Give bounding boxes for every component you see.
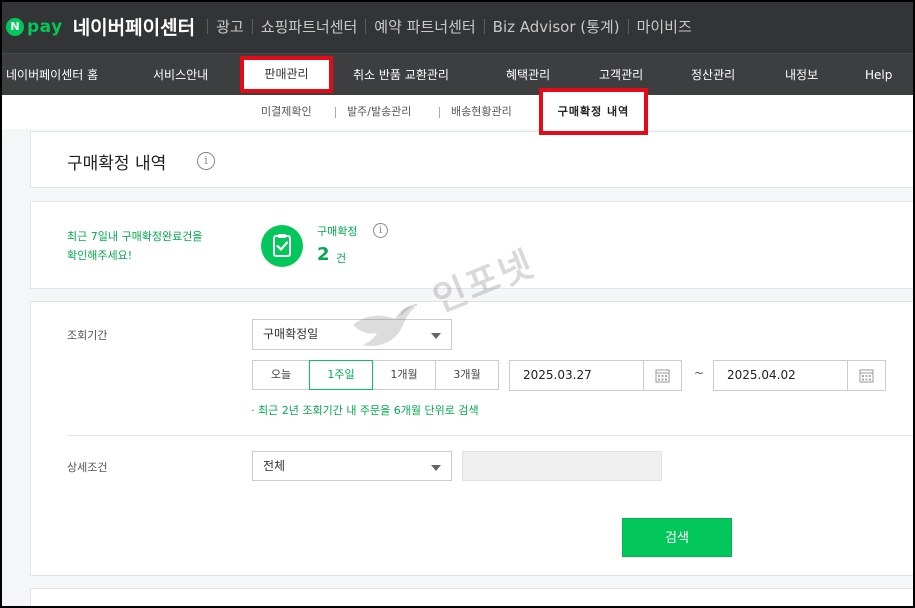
range-today-button[interactable]: 오늘: [252, 360, 310, 390]
nav-item-settlement[interactable]: 정산관리: [691, 54, 735, 96]
page-title: 구매확정 내역: [67, 154, 167, 174]
nav-item-my-info[interactable]: 내정보: [785, 54, 818, 96]
top-link-ads[interactable]: 광고: [208, 16, 252, 37]
chevron-down-icon: [431, 465, 441, 471]
subnav-delivery-status[interactable]: 배송현황관리: [451, 95, 512, 129]
detail-condition-select[interactable]: 전체: [252, 451, 452, 481]
date-from-input[interactable]: 2025.03.27: [509, 360, 682, 391]
sub-nav: 미결제확인 발주/발송관리 배송현황관리: [0, 95, 915, 129]
calendar-icon[interactable]: [643, 361, 681, 390]
top-header: N pay 네이버페이센터 광고 쇼핑파트너센터 예약 파트너센터 Biz Ad…: [0, 0, 915, 53]
date-range-separator: ~: [694, 366, 705, 380]
detail-condition-value: 전체: [263, 459, 286, 473]
period-hint: · 최근 2년 조회기간 내 주문을 6개월 단위로 검색: [251, 404, 479, 417]
top-link-biz-advisor[interactable]: Biz Advisor (통계): [485, 16, 628, 37]
chevron-down-icon: [431, 333, 441, 339]
subnav-purchase-confirm[interactable]: 구매확정 내역: [539, 88, 648, 135]
detail-label: 상세조건: [67, 461, 108, 474]
results-card: [30, 588, 915, 608]
page-title-card: 구매확정 내역 i: [30, 131, 915, 188]
npay-logo-n: N: [6, 17, 24, 36]
summary-message: 최근 7일내 구매확정완료건을 확인해주세요!: [67, 227, 202, 265]
subnav-unpaid[interactable]: 미결제확인: [261, 95, 312, 129]
detail-keyword-input[interactable]: [462, 451, 662, 481]
divider: [439, 107, 440, 118]
info-icon[interactable]: i: [373, 223, 388, 238]
date-to-input[interactable]: 2025.04.02: [713, 360, 886, 391]
top-link-mybiz[interactable]: 마이비즈: [629, 16, 700, 37]
subnav-order-shipping[interactable]: 발주/발송관리: [347, 95, 411, 129]
search-button[interactable]: 검색: [622, 518, 732, 557]
date-to-value: 2025.04.02: [727, 368, 796, 382]
divider: [67, 435, 915, 436]
summary-label: 구매확정: [317, 225, 358, 238]
summary-count[interactable]: 2: [317, 244, 330, 265]
nav-item-cancel-return[interactable]: 취소 반품 교환관리: [353, 54, 449, 96]
main-nav: 네이버페이센터 홈 서비스안내 취소 반품 교환관리 혜택관리 고객관리 정산관…: [0, 53, 915, 95]
date-from-value: 2025.03.27: [523, 368, 592, 382]
summary-message-line1: 최근 7일내 구매확정완료건을: [67, 230, 203, 243]
nav-item-sales-label: 판매관리: [264, 67, 309, 81]
info-icon[interactable]: i: [197, 152, 215, 170]
nav-item-service-info[interactable]: 서비스안내: [153, 54, 208, 96]
summary-card: 최근 7일내 구매확정완료건을 확인해주세요! 구매확정 i 2 건: [30, 201, 915, 289]
nav-item-home[interactable]: 네이버페이센터 홈: [6, 54, 98, 96]
range-3month-button[interactable]: 3개월: [435, 360, 499, 390]
period-type-value: 구매확정일: [263, 327, 319, 341]
npay-logo[interactable]: N pay: [6, 17, 63, 37]
top-link-reservation-partner[interactable]: 예약 파트너센터: [366, 16, 483, 37]
summary-message-line2: 확인해주세요!: [67, 249, 133, 262]
nav-item-help[interactable]: Help: [865, 54, 892, 96]
range-1month-button[interactable]: 1개월: [372, 360, 436, 390]
calendar-icon[interactable]: [847, 361, 885, 390]
npay-logo-pay: pay: [27, 16, 63, 37]
subnav-purchase-confirm-label: 구매확정 내역: [557, 105, 630, 118]
clipboard-check-icon: [261, 225, 303, 267]
divider: [335, 107, 336, 118]
search-card: 조회기간 구매확정일 오늘 1주일 1개월 3개월 2025.03.27 ~ 2…: [30, 301, 915, 576]
range-1week-button[interactable]: 1주일: [309, 360, 373, 390]
nav-item-sales-management[interactable]: 판매관리: [240, 56, 333, 93]
top-link-shopping-partner[interactable]: 쇼핑파트너센터: [253, 16, 366, 37]
period-label: 조회기간: [67, 329, 108, 342]
period-type-select[interactable]: 구매확정일: [252, 319, 452, 350]
app-title[interactable]: 네이버페이센터: [73, 13, 195, 40]
summary-unit: 건: [336, 252, 347, 265]
